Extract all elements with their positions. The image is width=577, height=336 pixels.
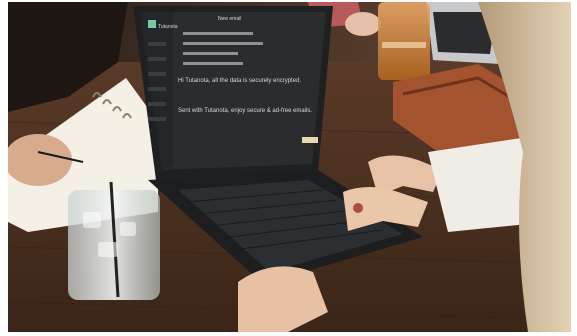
brand-logo-icon bbox=[148, 20, 156, 28]
compose-title: New email bbox=[218, 16, 241, 22]
red-nail bbox=[353, 203, 363, 213]
beer-glass-highlight bbox=[382, 42, 426, 48]
photo-scene: Tutanota New email Hi Tutanota, all the … bbox=[8, 2, 571, 332]
image-frame: Tutanota New email Hi Tutanota, all the … bbox=[0, 0, 577, 336]
beer-glass bbox=[378, 2, 430, 80]
photo: Tutanota New email Hi Tutanota, all the … bbox=[8, 2, 571, 332]
compose-body-line: Hi Tutanota, all the data is securely en… bbox=[178, 78, 301, 84]
hand-top bbox=[345, 12, 381, 36]
signature-line: Sent with Tutanota, enjoy secure & ad-fr… bbox=[178, 108, 312, 114]
brand-name: Tutanota bbox=[158, 24, 178, 30]
hinge-right bbox=[302, 137, 318, 143]
